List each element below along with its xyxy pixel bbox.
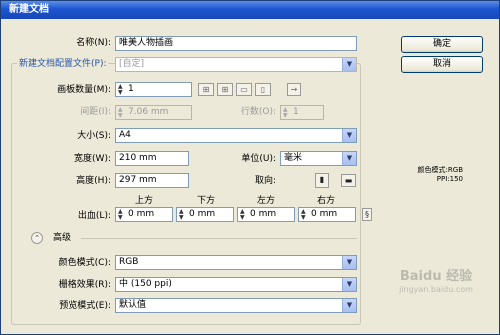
size-label: 大小(S): <box>77 131 111 141</box>
chevron-down-icon: ▼ <box>342 299 356 312</box>
color-mode-select[interactable]: RGB ▼ <box>115 255 357 270</box>
bleed-left-input[interactable]: ▲ ▼ 0 mm <box>237 207 295 222</box>
new-document-dialog: 新建文档 名称(N): 唯美人物插画 确定 取消 新建文档配置文件(P): [自… <box>0 0 500 335</box>
bleed-bottom-input[interactable]: ▲ ▼ 0 mm <box>176 207 234 222</box>
watermark-logo-text: Baidu 经验 <box>399 269 473 284</box>
spinner-icon[interactable]: ▲ ▼ <box>118 84 123 96</box>
artboard-count-input[interactable]: ▲ ▼ 1 <box>115 82 192 97</box>
spacing-input[interactable]: ▲ ▼ 7.06 mm <box>115 105 192 120</box>
grid-by-row-icon[interactable]: ⊞ <box>198 83 214 96</box>
height-label: 高度(H): <box>76 176 111 186</box>
columns-value: 1 <box>293 107 299 117</box>
spinner-icon[interactable]: ▲ ▼ <box>118 209 123 221</box>
preview-mode-label: 预览模式(E): <box>59 301 111 311</box>
chevron-down-icon: ▼ <box>342 256 356 269</box>
columns-input[interactable]: ▲ ▼ 1 <box>280 105 324 120</box>
bleed-left-label: 左方 <box>257 196 276 206</box>
ok-button[interactable]: 确定 <box>401 36 483 53</box>
units-label: 单位(U): <box>241 154 276 164</box>
name-label: 名称(N): <box>76 38 111 48</box>
bleed-right-input[interactable]: ▲ ▼ 0 mm <box>298 207 356 222</box>
info-ppi: PPI:150 <box>436 175 463 183</box>
profile-label: 新建文档配置文件(P): <box>17 57 109 71</box>
cancel-button[interactable]: 取消 <box>401 56 483 73</box>
dialog-title: 新建文档 <box>1 1 499 19</box>
artboard-count-value: 1 <box>128 84 134 94</box>
link-bleed-icon[interactable]: § <box>362 208 372 221</box>
bleed-top-value: 0 mm <box>128 209 155 219</box>
landscape-orientation-icon[interactable]: ▬ <box>341 174 356 187</box>
bleed-bottom-label: 下方 <box>197 196 216 206</box>
color-mode-label: 颜色模式(C): <box>58 258 111 268</box>
watermark-url: jingyan.baidu.com <box>399 285 473 294</box>
size-value: A4 <box>119 130 131 140</box>
change-to-right-to-left-icon[interactable]: → <box>287 83 301 96</box>
advanced-divider <box>81 238 357 239</box>
preview-mode-value: 默认值 <box>119 300 147 310</box>
bleed-top-input[interactable]: ▲ ▼ 0 mm <box>115 207 173 222</box>
bleed-right-value: 0 mm <box>311 209 338 219</box>
bleed-left-value: 0 mm <box>250 209 277 219</box>
document-info: 颜色模式:RGB PPI:150 <box>401 166 463 184</box>
raster-effects-value: 中 (150 ppi) <box>119 279 172 289</box>
spinner-icon[interactable]: ▲ ▼ <box>179 209 184 221</box>
info-color-mode: 颜色模式:RGB <box>417 166 463 174</box>
bleed-right-label: 右方 <box>317 196 336 206</box>
grid-by-column-icon[interactable]: ⊞ <box>217 83 233 96</box>
size-select[interactable]: A4 ▼ <box>115 128 357 143</box>
raster-effects-select[interactable]: 中 (150 ppi) ▼ <box>115 277 357 292</box>
spacing-value: 7.06 mm <box>128 107 169 117</box>
columns-label: 行数(O): <box>240 107 276 117</box>
bleed-top-label: 上方 <box>135 196 154 206</box>
artboard-count-label: 画板数量(M): <box>57 85 111 95</box>
spacing-label: 间距(I): <box>80 107 111 117</box>
raster-effects-label: 栅格效果(R): <box>58 280 111 290</box>
chevron-down-icon: ▼ <box>342 58 356 71</box>
width-label: 宽度(W): <box>74 154 111 164</box>
portrait-orientation-icon[interactable]: ▮ <box>315 173 329 188</box>
advanced-label: 高级 <box>53 233 72 243</box>
orientation-label: 取向: <box>254 176 276 186</box>
collapse-chevron-icon[interactable]: ⌃ <box>31 232 43 244</box>
color-mode-value: RGB <box>119 257 139 267</box>
units-value: 毫米 <box>284 153 303 163</box>
preview-mode-select[interactable]: 默认值 ▼ <box>115 298 357 313</box>
spinner-icon: ▲ ▼ <box>283 106 288 119</box>
spinner-icon: ▲ ▼ <box>118 106 123 119</box>
profile-select[interactable]: [自定] ▼ <box>115 57 357 72</box>
chevron-down-icon: ▼ <box>342 129 356 142</box>
bleed-bottom-value: 0 mm <box>189 209 216 219</box>
profile-value: [自定] <box>119 59 145 69</box>
bleed-label: 出血(L): <box>77 211 111 221</box>
arrange-by-row-icon[interactable]: ▭ <box>236 83 252 96</box>
spinner-icon[interactable]: ▲ ▼ <box>301 209 306 221</box>
units-select[interactable]: 毫米 ▼ <box>280 151 357 166</box>
watermark: Baidu 经验 jingyan.baidu.com <box>381 269 491 295</box>
chevron-down-icon: ▼ <box>342 152 356 165</box>
document-name-input[interactable]: 唯美人物插画 <box>115 36 357 51</box>
width-input[interactable]: 210 mm <box>115 151 189 166</box>
spinner-icon[interactable]: ▲ ▼ <box>240 209 245 221</box>
height-input[interactable]: 297 mm <box>115 173 189 188</box>
chevron-down-icon: ▼ <box>342 278 356 291</box>
arrange-by-column-icon[interactable]: ▯ <box>255 83 271 96</box>
